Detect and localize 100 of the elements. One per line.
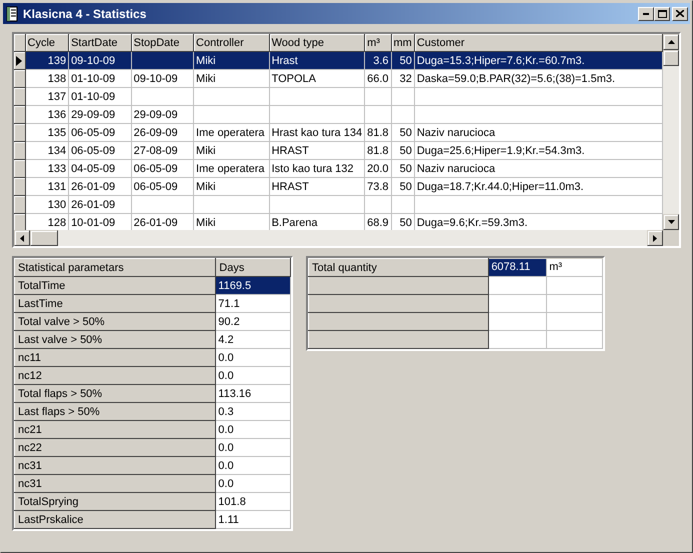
table-cell: 66.0 (364, 70, 391, 88)
row-indicator[interactable] (14, 160, 25, 178)
column-header[interactable]: Controller (194, 34, 270, 52)
table-cell (364, 88, 391, 106)
row-header: Total valve > 50% (14, 312, 216, 330)
column-header[interactable]: Customer (414, 34, 662, 52)
table-cell: 0.0 (216, 420, 290, 438)
scrollbar-thumb[interactable] (30, 230, 58, 246)
table-cell: 71.1 (216, 294, 290, 312)
table-cell: Duga=9.6;Kr.=59.3m3. (414, 214, 662, 230)
table-cell: 0.0 (216, 366, 290, 384)
table-cell: 50 (391, 214, 414, 230)
table-cell: 26-01-09 (68, 178, 132, 196)
row-indicator[interactable] (14, 52, 25, 70)
table-cell: Miki (194, 70, 270, 88)
table-cell: Miki (194, 52, 270, 70)
table-cell: 0.0 (216, 348, 290, 366)
column-header[interactable]: Days (216, 258, 290, 276)
table-cell: Ime operatera (194, 160, 270, 178)
row-indicator[interactable] (14, 178, 25, 196)
current-row-icon (16, 56, 22, 66)
column-header[interactable]: StopDate (131, 34, 194, 52)
scroll-right-button[interactable] (647, 230, 663, 246)
column-header[interactable]: Cycle (25, 34, 69, 52)
scroll-down-button[interactable] (663, 214, 679, 230)
minimize-icon (643, 12, 649, 14)
table-cell: 04-05-09 (68, 160, 132, 178)
row-header: LastPrskalice (14, 510, 216, 528)
maximize-button[interactable] (654, 6, 670, 20)
table-cell: 01-10-09 (68, 70, 132, 88)
table-cell: 0.0 (216, 456, 290, 474)
table-cell: 06-05-09 (131, 160, 194, 178)
row-indicator[interactable] (14, 88, 25, 106)
table-cell: 1169.5 (216, 276, 290, 294)
table-cell: 90.2 (216, 312, 290, 330)
table-cell: 09-10-09 (131, 70, 194, 88)
table-cell: Miki (194, 142, 270, 160)
table-cell: 29-09-09 (68, 106, 132, 124)
table-cell: 26-01-09 (68, 196, 132, 214)
table-cell: 137 (25, 88, 69, 106)
row-indicator[interactable] (14, 70, 25, 88)
close-icon (676, 10, 684, 17)
table-cell: 20.0 (364, 160, 391, 178)
table-cell: Miki (194, 214, 270, 230)
row-indicator[interactable] (14, 142, 25, 160)
vertical-scrollbar[interactable] (663, 34, 679, 230)
close-button[interactable] (672, 6, 688, 20)
table-cell: Duga=15.3;Hiper=7.6;Kr.=60.7m3. (414, 52, 662, 70)
row-indicator[interactable] (14, 196, 25, 214)
maximize-icon (658, 10, 666, 18)
column-header[interactable]: StartDate (68, 34, 132, 52)
table-cell: Isto kao tura 132 (269, 160, 365, 178)
up-arrow-icon (668, 40, 674, 44)
scrollbar-thumb[interactable] (663, 50, 679, 66)
table-cell: 139 (25, 52, 69, 70)
notepad-icon (5, 6, 19, 22)
column-header[interactable]: Wood type (269, 34, 365, 52)
table-cell: 3.6 (364, 52, 391, 70)
table-cell: HRAST (269, 178, 365, 196)
row-header: Total flaps > 50% (14, 384, 216, 402)
table-cell: 68.9 (364, 214, 391, 230)
table-cell: Naziv narucioca (414, 160, 662, 178)
table-cell: Hrast kao tura 134 (269, 124, 365, 142)
column-header[interactable]: m³ (364, 34, 391, 52)
minimize-button[interactable] (638, 6, 654, 20)
table-cell: 135 (25, 124, 69, 142)
table-cell: Miki (194, 178, 270, 196)
column-header[interactable]: mm (391, 34, 414, 52)
table-cell: 50 (391, 52, 414, 70)
row-header: nc22 (14, 438, 216, 456)
row-header: TotalTime (14, 276, 216, 294)
table-cell: 10-01-09 (68, 214, 132, 230)
left-arrow-icon (20, 234, 24, 242)
row-header: Last valve > 50% (14, 330, 216, 348)
scroll-left-button[interactable] (14, 230, 30, 246)
table-cell: 06-05-09 (68, 124, 132, 142)
table-cell (131, 52, 194, 70)
table-cell: 73.8 (364, 178, 391, 196)
horizontal-scrollbar[interactable] (14, 230, 663, 246)
right-arrow-icon (653, 234, 657, 242)
row-header: nc31 (14, 474, 216, 492)
table-cell: HRAST (269, 142, 365, 160)
table-cell: 26-01-09 (131, 214, 194, 230)
table-cell (364, 106, 391, 124)
window-title: Klasicna 4 - Statistics (23, 6, 148, 20)
table-cell: 50 (391, 142, 414, 160)
table-cell: 136 (25, 106, 69, 124)
row-indicator[interactable] (14, 214, 25, 230)
table-cell: 06-05-09 (131, 178, 194, 196)
row-indicator[interactable] (14, 124, 25, 142)
table-cell: 01-10-09 (68, 88, 132, 106)
scroll-up-button[interactable] (663, 34, 679, 50)
column-header[interactable]: Statistical parametars (14, 258, 216, 276)
table-cell: Duga=18.7;Kr.44.0;Hiper=11.0m3. (414, 178, 662, 196)
table-cell: 133 (25, 160, 69, 178)
table-cell: Naziv narucioca (414, 124, 662, 142)
table-cell: B.Parena (269, 214, 365, 230)
table-cell: 81.8 (364, 124, 391, 142)
row-indicator[interactable] (14, 106, 25, 124)
table-cell: 4.2 (216, 330, 290, 348)
